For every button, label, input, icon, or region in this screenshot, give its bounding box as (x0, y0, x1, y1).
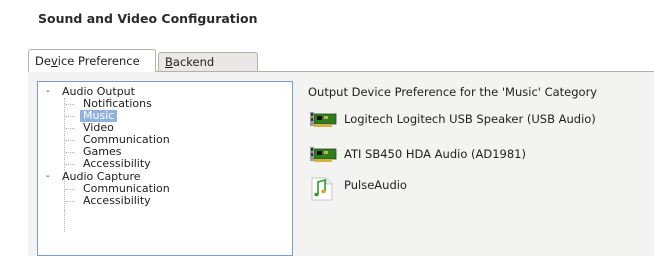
tab-device-preference[interactable]: Device Preference (28, 49, 156, 72)
music-note-icon (308, 174, 338, 201)
collapse-icon[interactable]: - (46, 86, 50, 98)
device-label: PulseAudio (344, 178, 407, 192)
tree-guide-line (64, 210, 65, 232)
tree-item-accessibility[interactable]: Accessibility (83, 195, 151, 207)
tab-backend[interactable]: Backend (158, 52, 258, 71)
category-tree[interactable]: - Audio Output Notifications Music Video… (37, 81, 293, 256)
device-list-header: Output Device Preference for the 'Music'… (308, 85, 598, 99)
tree-guide-line (64, 98, 65, 226)
sound-card-icon (308, 143, 338, 167)
device-label: ATI SB450 HDA Audio (AD1981) (344, 147, 526, 161)
window-title: Sound and Video Configuration (38, 11, 258, 26)
tab-bar: Device Preference Backend (28, 49, 654, 72)
tab-content: - Audio Output Notifications Music Video… (28, 72, 654, 256)
collapse-icon[interactable]: - (46, 171, 50, 183)
device-label: Logitech Logitech USB Speaker (USB Audio… (344, 112, 596, 126)
sound-card-icon (308, 108, 338, 132)
tree-item-accessibility[interactable]: Accessibility (83, 158, 151, 170)
